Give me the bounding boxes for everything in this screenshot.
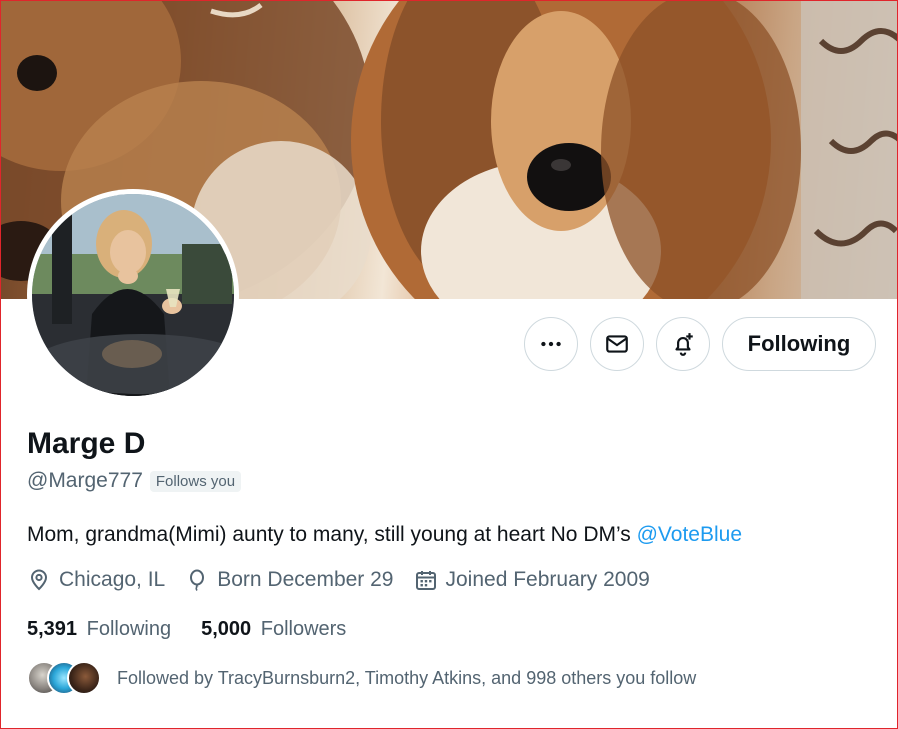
following-stat-link[interactable]: 5,391 Following bbox=[27, 618, 171, 641]
follow-stats: 5,391 Following 5,000 Followers bbox=[27, 618, 376, 641]
joined-text: Joined February 2009 bbox=[445, 568, 650, 591]
more-options-button[interactable] bbox=[524, 317, 578, 371]
followers-label: Followers bbox=[260, 618, 347, 640]
profile-meta: Chicago, IL Born December 29 Joined Febr… bbox=[27, 568, 670, 592]
balloon-icon bbox=[190, 569, 205, 591]
more-horizontal-icon bbox=[541, 341, 561, 347]
followers-stat-link[interactable]: 5,000 Followers bbox=[201, 618, 346, 641]
joined-item: Joined February 2009 bbox=[414, 568, 650, 592]
handle-row: @Marge777 Follows you bbox=[27, 469, 242, 493]
following-button[interactable]: Following bbox=[722, 317, 876, 371]
bio-mention-link[interactable]: @VoteBlue bbox=[637, 523, 742, 546]
profile-avatar[interactable] bbox=[27, 189, 239, 401]
followers-count: 5,000 bbox=[201, 618, 252, 640]
location-text: Chicago, IL bbox=[59, 568, 166, 591]
profile-page: Following Marge D @Marge777 Follows you … bbox=[0, 0, 898, 729]
followed-by-text: Followed by TracyBurnsburn2, Timothy Atk… bbox=[117, 667, 697, 688]
bell-plus-icon bbox=[675, 333, 693, 356]
envelope-icon bbox=[606, 335, 628, 353]
follower-avatar bbox=[67, 661, 101, 695]
avatar-photo bbox=[32, 194, 234, 396]
profile-handle: @Marge777 bbox=[27, 469, 143, 492]
profile-bio: Mom, grandma(Mimi) aunty to many, still … bbox=[27, 523, 742, 547]
followed-by-avatars bbox=[27, 661, 101, 695]
followed-by-row[interactable]: Followed by TracyBurnsburn2, Timothy Atk… bbox=[27, 661, 696, 695]
follows-you-badge: Follows you bbox=[149, 470, 242, 492]
notifications-button[interactable] bbox=[656, 317, 710, 371]
calendar-icon bbox=[415, 571, 436, 590]
location-item: Chicago, IL bbox=[27, 568, 165, 592]
location-pin-icon bbox=[30, 569, 48, 591]
birthday-item: Born December 29 bbox=[185, 568, 394, 592]
birthday-text: Born December 29 bbox=[217, 568, 394, 591]
bio-text: Mom, grandma(Mimi) aunty to many, still … bbox=[27, 523, 637, 546]
message-button[interactable] bbox=[590, 317, 644, 371]
following-count: 5,391 bbox=[27, 618, 78, 640]
profile-name: Marge D bbox=[27, 427, 146, 460]
following-label: Following bbox=[86, 618, 172, 640]
avatar-illustration bbox=[32, 194, 234, 396]
